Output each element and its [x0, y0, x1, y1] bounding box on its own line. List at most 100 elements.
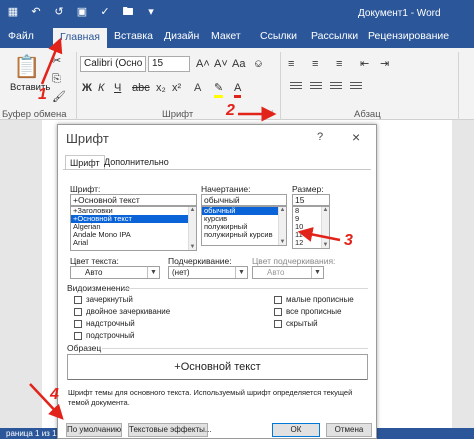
- copy-icon[interactable]: ⎘: [52, 72, 61, 86]
- redo-icon[interactable]: ↺: [52, 5, 66, 19]
- open-folder-icon[interactable]: 🖿: [121, 5, 135, 19]
- window-title: Документ1 - Word: [358, 8, 441, 19]
- font-color-icon[interactable]: A: [234, 81, 242, 98]
- ok-button[interactable]: ОК: [272, 423, 320, 437]
- bold-icon[interactable]: Ж: [82, 81, 92, 95]
- strikethrough-icon[interactable]: abc: [132, 81, 150, 95]
- subscript-checkbox[interactable]: подстрочный: [74, 331, 134, 340]
- tab-divider: [63, 169, 371, 170]
- align-right-icon[interactable]: [330, 82, 342, 92]
- align-left-icon[interactable]: [290, 82, 302, 92]
- save-icon[interactable]: ▦: [6, 5, 20, 19]
- list-item[interactable]: Arial: [71, 239, 196, 247]
- multilevel-list-icon[interactable]: ≡: [336, 57, 342, 71]
- effects-rule: [124, 288, 368, 289]
- ribbon-tabs: Файл Главная Вставка Дизайн Макет Ссылки…: [0, 26, 474, 48]
- text-effects-icon[interactable]: A: [194, 81, 201, 95]
- align-center-icon[interactable]: [310, 82, 322, 92]
- print-preview-icon[interactable]: ▣: [75, 5, 89, 19]
- list-item[interactable]: Andale Mono IPA: [71, 231, 196, 239]
- strikethrough-checkbox[interactable]: зачеркнутый: [74, 295, 133, 304]
- clear-formatting-icon[interactable]: ⎉: [254, 57, 263, 71]
- tab-file[interactable]: Файл: [8, 30, 34, 42]
- font-description: Шрифт темы для основного текста. Использ…: [68, 388, 353, 407]
- style-label: Начертание:: [201, 184, 251, 194]
- text-effects-button[interactable]: Текстовые эффекты...: [128, 423, 212, 437]
- font-color-dropdown[interactable]: Авто ▼: [70, 266, 160, 279]
- numbering-icon[interactable]: ≡: [312, 57, 318, 71]
- sample-preview: +Основной текст: [67, 354, 368, 380]
- ribbon-separator: [76, 52, 77, 120]
- tab-advanced[interactable]: Дополнительно: [100, 155, 173, 169]
- justify-icon[interactable]: [350, 82, 362, 92]
- all-caps-checkbox[interactable]: все прописные: [274, 307, 341, 316]
- bullets-icon[interactable]: ≡: [288, 57, 294, 71]
- font-color-value: Авто: [85, 268, 103, 277]
- underline-color-value: Авто: [267, 268, 285, 277]
- format-painter-icon[interactable]: 🖌: [52, 90, 66, 104]
- size-list[interactable]: 8 9 10 11 12 ▲ ▼: [292, 206, 330, 249]
- tab-review[interactable]: Рецензирование: [368, 30, 449, 42]
- checkbox-label: двойное зачеркивание: [86, 307, 171, 316]
- decrease-indent-icon[interactable]: ⇤: [360, 57, 369, 71]
- increase-indent-icon[interactable]: ⇥: [380, 57, 389, 71]
- font-label: Шрифт:: [70, 184, 101, 194]
- subscript-icon[interactable]: x₂: [156, 81, 166, 95]
- grow-font-icon[interactable]: A˄: [196, 57, 210, 71]
- title-bar: ▦ ↶ ↺ ▣ ✓ 🖿 ▾ Документ1 - Word: [0, 0, 474, 26]
- tab-design[interactable]: Дизайн: [164, 30, 199, 42]
- group-clipboard-label: Буфер обмена: [2, 109, 67, 120]
- list-item[interactable]: полужирный курсив: [202, 231, 286, 239]
- clipboard-paste-icon[interactable]: 📋: [12, 54, 42, 80]
- font-list-scrollbar[interactable]: ▲ ▼: [188, 207, 196, 250]
- tab-layout[interactable]: Макет: [211, 30, 241, 42]
- help-icon[interactable]: ?: [317, 131, 323, 143]
- change-case-icon[interactable]: Aa: [232, 57, 245, 71]
- double-strikethrough-checkbox[interactable]: двойное зачеркивание: [74, 307, 170, 316]
- ribbon-separator: [280, 52, 281, 120]
- font-input[interactable]: +Основной текст: [70, 194, 197, 206]
- chevron-down-icon: ▼: [235, 267, 247, 278]
- tab-insert[interactable]: Вставка: [114, 30, 153, 42]
- effects-heading: Видоизменение: [67, 283, 130, 293]
- annotation-number-3: 3: [344, 232, 353, 249]
- underline-label: Подчеркивание:: [168, 256, 232, 266]
- italic-icon[interactable]: К: [98, 81, 104, 95]
- superscript-checkbox[interactable]: надстрочный: [74, 319, 135, 328]
- underline-dropdown[interactable]: (нет) ▼: [168, 266, 248, 279]
- size-list-scrollbar[interactable]: ▲ ▼: [321, 207, 329, 248]
- set-default-button[interactable]: По умолчанию: [66, 423, 122, 437]
- annotation-number-4: 4: [50, 386, 59, 403]
- close-icon[interactable]: ×: [352, 129, 360, 145]
- spelling-icon[interactable]: ✓: [98, 5, 112, 19]
- font-list[interactable]: +Заголовки +Основной текст Algerian Anda…: [70, 206, 197, 251]
- tab-mailings[interactable]: Рассылки: [311, 30, 358, 42]
- chevron-down-icon: ▼: [311, 267, 323, 278]
- underline-value: (нет): [172, 268, 190, 277]
- style-list[interactable]: обычный курсив полужирный полужирный кур…: [201, 206, 287, 246]
- font-name-box[interactable]: Calibri (Осно: [80, 56, 146, 72]
- highlight-icon[interactable]: ✎: [214, 81, 224, 98]
- tab-font[interactable]: Шрифт: [65, 155, 105, 169]
- hidden-checkbox[interactable]: скрытый: [274, 319, 318, 328]
- undo-icon[interactable]: ↶: [29, 5, 43, 19]
- superscript-icon[interactable]: x²: [172, 81, 181, 95]
- size-label: Размер:: [292, 184, 324, 194]
- underline-color-dropdown[interactable]: Авто ▼: [252, 266, 324, 279]
- shrink-font-icon[interactable]: A˅: [214, 57, 228, 71]
- cancel-button[interactable]: Отмена: [326, 423, 372, 437]
- font-size-box[interactable]: 15: [148, 56, 190, 72]
- cut-icon[interactable]: ✂: [52, 54, 61, 68]
- underline-icon[interactable]: Ч: [114, 81, 121, 95]
- checkbox-label: надстрочный: [86, 319, 135, 328]
- style-list-scrollbar[interactable]: ▲ ▼: [278, 207, 286, 245]
- font-dialog-launcher-icon[interactable]: ⇲: [266, 107, 273, 121]
- small-caps-checkbox[interactable]: малые прописные: [274, 295, 354, 304]
- tab-home[interactable]: Главная: [53, 28, 107, 48]
- qat-more-icon[interactable]: ▾: [144, 5, 158, 19]
- style-input[interactable]: обычный: [201, 194, 287, 206]
- size-input[interactable]: 15: [292, 194, 330, 206]
- checkbox-label: подстрочный: [86, 331, 135, 340]
- tab-references[interactable]: Ссылки: [260, 30, 297, 42]
- checkbox-label: зачеркнутый: [86, 295, 133, 304]
